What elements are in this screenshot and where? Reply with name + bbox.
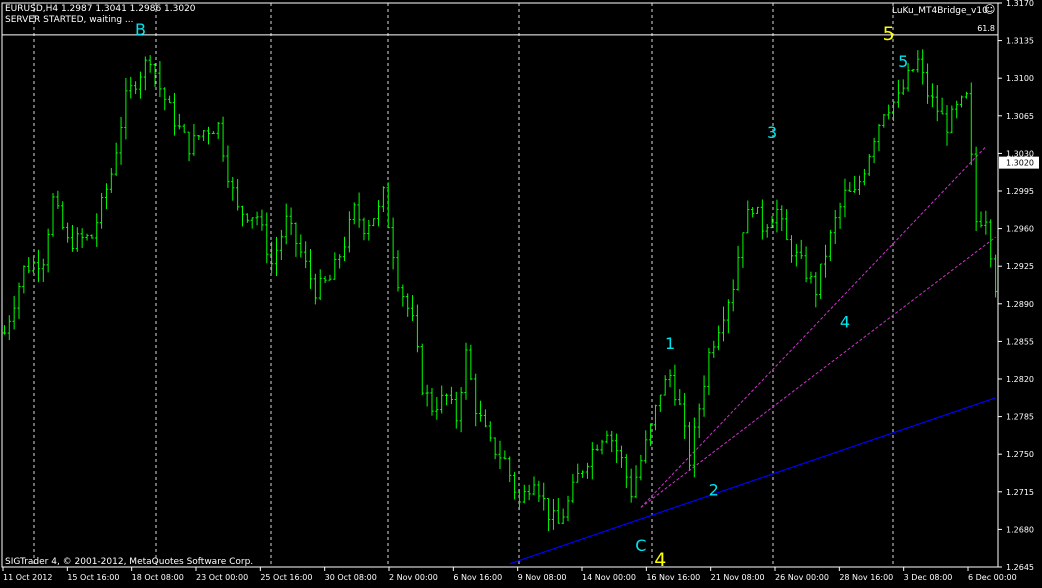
price-tick-label: 1.3170 [1006,0,1034,8]
price-tick-label: 1.3065 [1006,112,1034,121]
current-price-label: 1.3020 [1006,159,1034,168]
time-tick-label: 23 Oct 00:00 [196,573,248,582]
time-tick-label: 9 Nov 08:00 [518,573,567,582]
wave-label: C [635,536,646,555]
time-tick-label: 30 Oct 08:00 [325,573,377,582]
wave-label: 4 [840,313,850,332]
time-tick-label: 25 Oct 16:00 [260,573,312,582]
wave-label: B [135,20,146,39]
price-tick-label: 1.2890 [1006,300,1034,309]
indicator-name: LuKu_MT4Bridge_v10 [892,6,988,16]
price-tick-label: 1.2680 [1006,525,1034,534]
time-tick-label: 28 Nov 16:00 [839,573,893,582]
wave-label: 5 [898,52,908,71]
server-status: SERVER STARTED, waiting ... [5,15,134,25]
time-tick-label: 14 Nov 00:00 [582,573,636,582]
time-tick-label: 3 Dec 08:00 [904,573,953,582]
time-tick-label: 11 Oct 2012 [3,573,52,582]
price-tick-label: 1.3135 [1006,37,1034,46]
time-tick-label: 6 Nov 16:00 [453,573,502,582]
time-tick-label: 26 Nov 00:00 [775,573,829,582]
time-tick-label: 16 Nov 16:00 [646,573,700,582]
price-tick-label: 1.2820 [1006,375,1034,384]
price-tick-label: 1.2645 [1006,563,1034,572]
price-tick-label: 1.2855 [1006,337,1034,346]
symbol-info: EURUSD,H4 1.2987 1.3041 1.2986 1.3020 [5,4,196,14]
price-tick-label: 1.2715 [1006,488,1034,497]
time-tick-label: 18 Oct 08:00 [132,573,184,582]
time-tick-label: 21 Nov 08:00 [711,573,765,582]
fib-level-label: 61.8 [977,24,995,33]
major-wave-label: 4 [654,549,666,571]
copyright-text: SIGTrader 4, © 2001-2012, MetaQuotes Sof… [5,557,254,567]
major-wave-label: 5 [883,23,895,45]
price-chart[interactable]: 61.8 B 553142C4 1.31701.31351.31001.30651… [0,0,1042,588]
smiley-icon: ☺ [984,3,996,16]
price-tick-label: 1.3100 [1006,74,1034,83]
price-tick-label: 1.2995 [1006,187,1034,196]
wave-label: 3 [767,123,777,142]
price-tick-label: 1.2925 [1006,262,1034,271]
time-tick-label: 15 Oct 16:00 [67,573,119,582]
price-tick-label: 1.2785 [1006,413,1034,422]
wave-label: 2 [709,481,719,500]
wave-label: 1 [665,334,675,353]
price-tick-label: 1.2960 [1006,225,1034,234]
time-tick-label: 2 Nov 00:00 [389,573,438,582]
price-tick-label: 1.2750 [1006,450,1034,459]
time-tick-label: 6 Dec 00:00 [968,573,1017,582]
